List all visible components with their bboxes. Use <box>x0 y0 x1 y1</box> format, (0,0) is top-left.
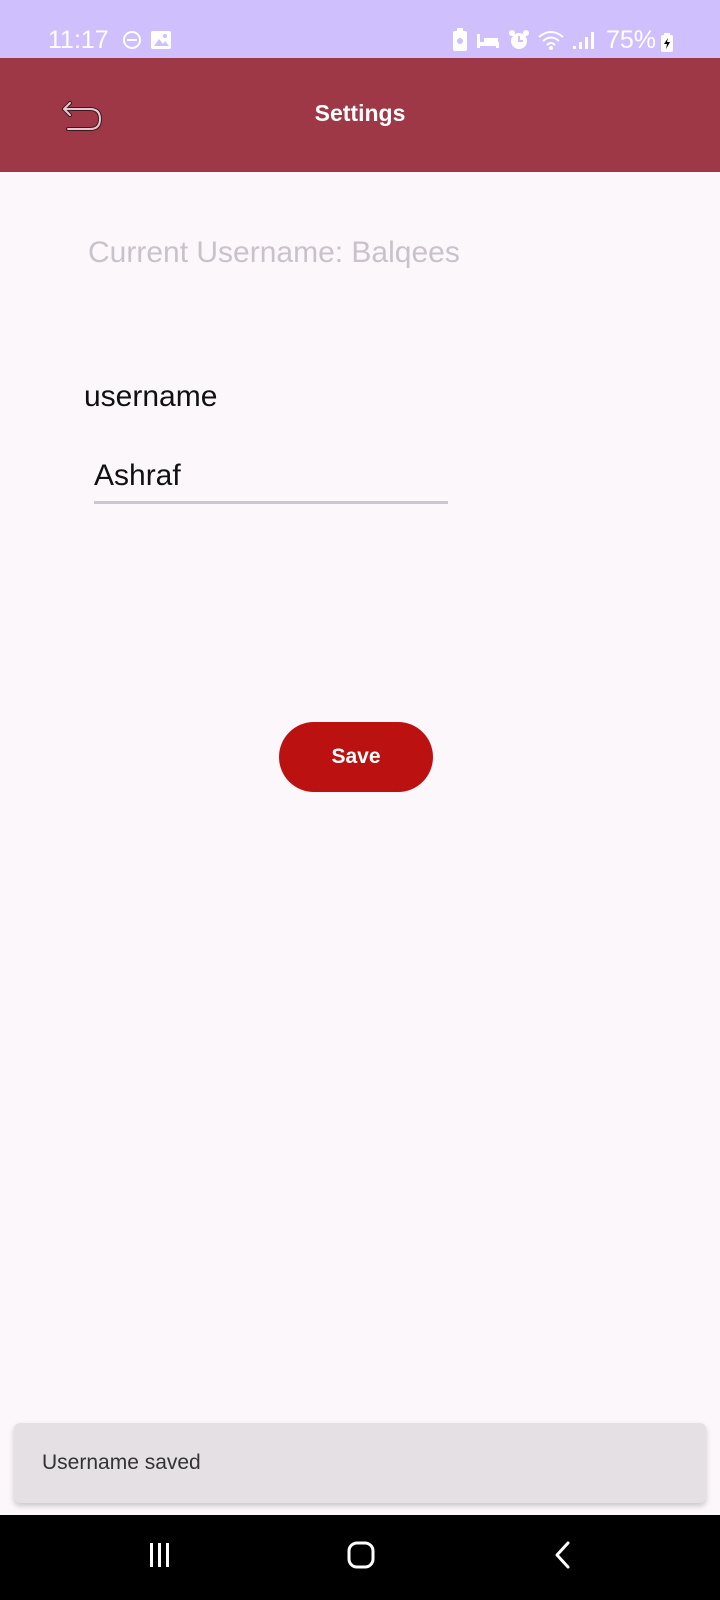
alarm-icon <box>508 29 530 56</box>
status-left-icons <box>122 30 172 55</box>
do-not-disturb-icon <box>122 30 142 55</box>
current-username-text: Current Username: Balqees <box>88 236 460 269</box>
snackbar-message: Username saved <box>42 1451 201 1474</box>
image-icon <box>150 30 172 55</box>
battery-icon <box>660 33 674 58</box>
app-bar: Settings <box>0 58 720 172</box>
page-title: Settings <box>314 100 406 126</box>
username-field-label: username <box>84 380 218 413</box>
status-time: 11:17 <box>48 26 109 54</box>
home-icon <box>346 1540 376 1575</box>
back-icon <box>551 1540 575 1575</box>
username-input[interactable] <box>94 456 448 496</box>
battery-saver-icon <box>452 28 468 57</box>
nav-back-button[interactable] <box>533 1535 593 1579</box>
save-button[interactable]: Save <box>279 722 433 792</box>
battery-percentage: 75% <box>606 26 657 54</box>
wifi-icon <box>538 30 564 55</box>
snackbar: Username saved <box>14 1423 706 1503</box>
status-bar: 11:17 75% <box>0 0 720 58</box>
home-button[interactable] <box>331 1535 391 1579</box>
recents-icon <box>146 1541 174 1574</box>
recents-button[interactable] <box>130 1535 190 1579</box>
sleep-icon <box>476 30 500 55</box>
username-field <box>94 456 448 504</box>
status-right-icons <box>452 28 594 57</box>
signal-icon <box>572 30 594 55</box>
navigation-bar <box>0 1515 720 1600</box>
